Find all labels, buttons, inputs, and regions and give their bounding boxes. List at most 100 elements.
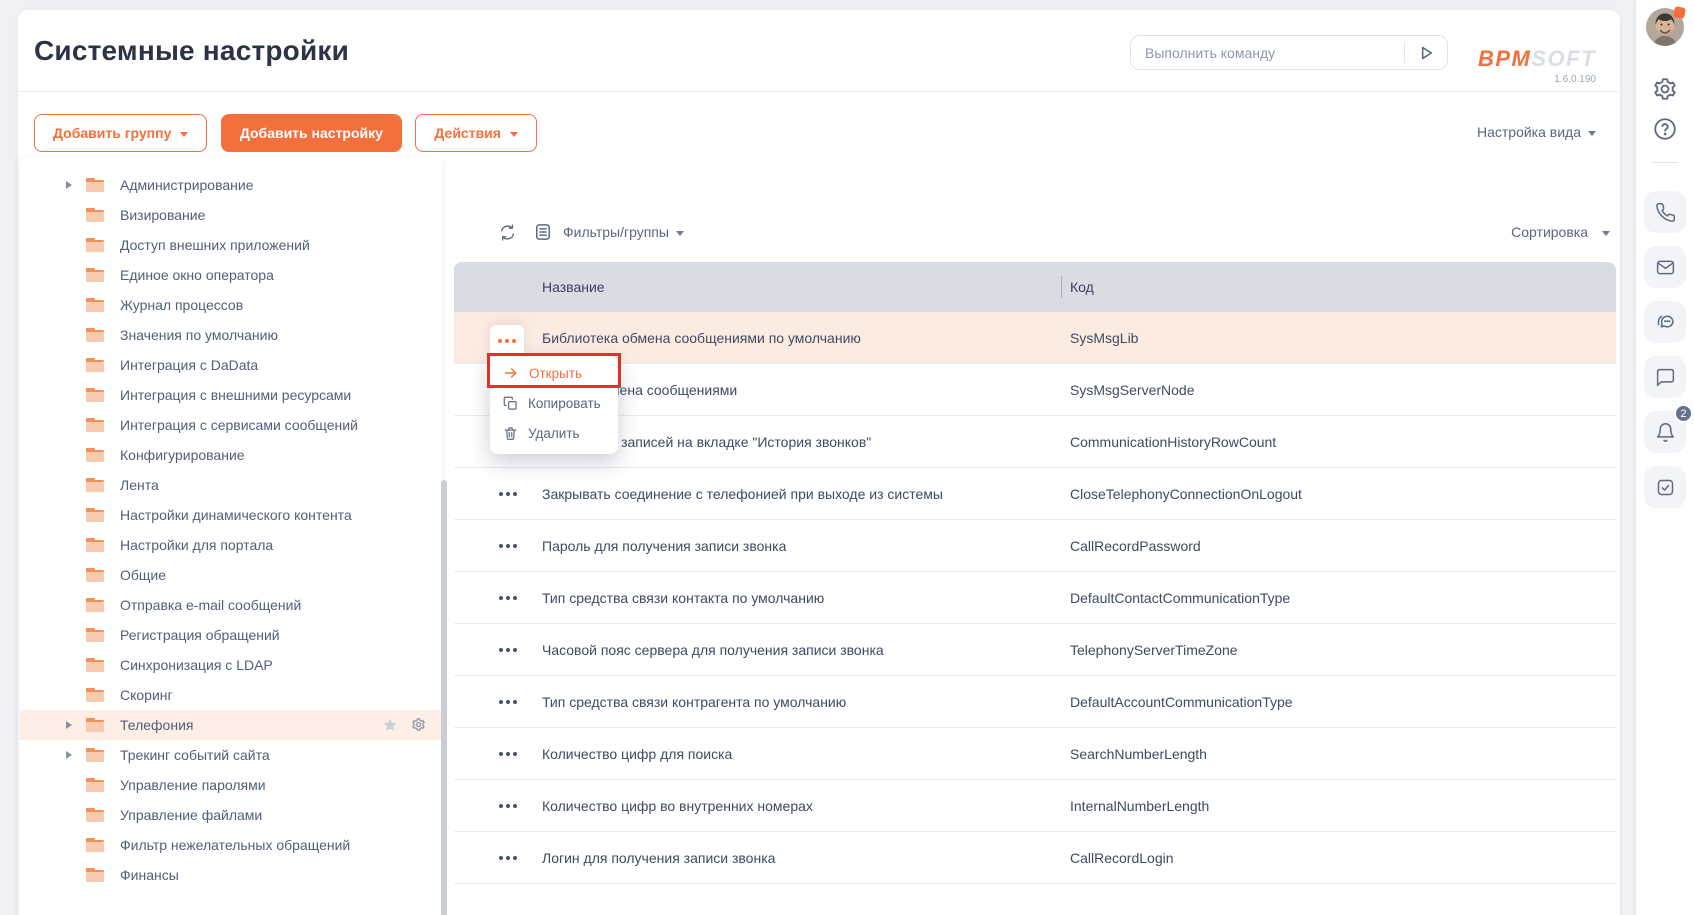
tree-item[interactable]: Визирование [20, 200, 442, 230]
add-group-label: Добавить группу [53, 125, 171, 141]
settings-gear-icon[interactable] [1652, 76, 1678, 102]
tree-item[interactable]: Доступ внешних приложений [20, 230, 442, 260]
tree-item[interactable]: Администрирование [20, 170, 442, 200]
folder-icon [86, 748, 104, 762]
table-row[interactable]: Тип средства связи контакта по умолчанию… [454, 572, 1616, 624]
tree-item[interactable]: Синхронизация с LDAP [20, 650, 442, 680]
table-row[interactable]: Количество записей на вкладке "История з… [454, 416, 1616, 468]
tree-item[interactable]: Скоринг [20, 680, 442, 710]
table-row[interactable]: Количество цифр для поиска SearchNumberL… [454, 728, 1616, 780]
tree-item[interactable]: Отправка e-mail сообщений [20, 590, 442, 620]
command-input[interactable] [1131, 45, 1404, 61]
menu-item-delete[interactable]: Удалить [490, 418, 618, 448]
table-row[interactable]: Закрывать соединение с телефонией при вы… [454, 468, 1616, 520]
tree-item[interactable]: Лента [20, 470, 442, 500]
menu-item-open[interactable]: Открыть [490, 358, 618, 388]
tree-item[interactable]: Фильтр нежелательных обращений [20, 830, 442, 860]
chevron-down-icon [1588, 131, 1596, 136]
column-header-name[interactable]: Название [454, 279, 605, 295]
sort-label: Сортировка [1511, 224, 1588, 240]
page-title: Системные настройки [34, 35, 349, 67]
table-row[interactable]: Библиотека обмена сообщениями по умолчан… [454, 312, 1616, 364]
filter-list-icon[interactable] [533, 222, 553, 242]
tree-item[interactable]: Настройки динамического контента [20, 500, 442, 530]
help-icon[interactable] [1652, 116, 1678, 142]
row-actions-menu-icon[interactable] [494, 700, 522, 704]
expand-arrow-icon[interactable] [66, 181, 72, 189]
tree-item[interactable]: Телефония [20, 710, 442, 740]
table-rows: Библиотека обмена сообщениями по умолчан… [454, 312, 1616, 915]
feed-panel-button[interactable] [1644, 356, 1686, 398]
setting-name: Закрывать соединение с телефонией при вы… [454, 486, 943, 502]
chats-panel-button[interactable] [1644, 301, 1686, 343]
row-actions-menu-icon[interactable] [494, 544, 522, 548]
tree-item-label: Управление файлами [120, 807, 262, 823]
setting-code: SysMsgLib [1070, 330, 1138, 346]
add-group-button[interactable]: Добавить группу [34, 114, 207, 152]
filters-groups-dropdown[interactable]: Фильтры/группы [563, 224, 669, 240]
tree-item[interactable]: Значения по умолчанию [20, 320, 442, 350]
calls-panel-button[interactable] [1644, 191, 1686, 233]
row-actions-menu-open-icon[interactable] [490, 325, 524, 356]
tree-item[interactable]: Интеграция с DaData [20, 350, 442, 380]
row-actions-menu-icon[interactable] [494, 804, 522, 808]
row-actions-menu-icon[interactable] [494, 648, 522, 652]
tree-item[interactable]: Журнал процессов [20, 290, 442, 320]
row-actions-menu-icon[interactable] [494, 856, 522, 860]
tree-item[interactable]: Финансы [20, 860, 442, 890]
main-card: Системные настройки BPMSOFT 1.6.0.190 До… [18, 10, 1620, 915]
email-panel-button[interactable] [1644, 246, 1686, 288]
favorite-star-icon[interactable] [382, 717, 398, 736]
user-avatar[interactable] [1646, 8, 1684, 46]
folder-icon [86, 568, 104, 582]
sort-dropdown[interactable]: Сортировка [1511, 214, 1610, 250]
actions-label: Действия [434, 125, 501, 141]
tree-item[interactable]: Общие [20, 560, 442, 590]
table-row[interactable]: Часовой пояс сервера для получения запис… [454, 624, 1616, 676]
folder-icon [86, 538, 104, 552]
row-actions-menu-icon[interactable] [494, 752, 522, 756]
row-context-menu: Открыть Копировать Удалить [490, 356, 618, 454]
table-row[interactable]: Пароль для получения записи звонка CallR… [454, 520, 1616, 572]
run-command-icon[interactable] [1405, 36, 1447, 69]
column-header-code[interactable]: Код [1070, 279, 1094, 295]
actions-button[interactable]: Действия [415, 114, 537, 152]
folder-icon [86, 448, 104, 462]
row-actions-menu-icon[interactable] [494, 492, 522, 496]
refresh-icon[interactable] [498, 223, 517, 242]
notifications-button[interactable]: 2 [1644, 411, 1686, 453]
expand-arrow-icon[interactable] [66, 751, 72, 759]
table-row[interactable]: Тип средства связи контрагента по умолча… [454, 676, 1616, 728]
tree-item[interactable]: Регистрация обращений [20, 620, 442, 650]
tree-item-label: Журнал процессов [120, 297, 243, 313]
tree-item[interactable]: Интеграция с внешними ресурсами [20, 380, 442, 410]
settings-tree: Администрирование Визирование Доступ вне… [20, 158, 442, 915]
tree-item-label: Общие [120, 567, 166, 583]
folder-icon [86, 298, 104, 312]
tree-item[interactable]: Единое окно оператора [20, 260, 442, 290]
tree-scrollbar[interactable] [441, 480, 447, 915]
row-actions-menu-icon[interactable] [494, 596, 522, 600]
folder-icon [86, 388, 104, 402]
tree-item[interactable]: Управление файлами [20, 800, 442, 830]
menu-item-copy[interactable]: Копировать [490, 388, 618, 418]
tree-item[interactable]: Трекинг событий сайта [20, 740, 442, 770]
folder-icon [86, 418, 104, 432]
table-row[interactable]: Количество цифр во внутренних номерах In… [454, 780, 1616, 832]
tree-item[interactable]: Управление паролями [20, 770, 442, 800]
table-row[interactable]: Логин для получения записи звонка CallRe… [454, 832, 1616, 884]
tree-item[interactable]: Настройки для портала [20, 530, 442, 560]
folder-icon [86, 598, 104, 612]
add-setting-button[interactable]: Добавить настройку [221, 114, 402, 152]
view-settings-dropdown[interactable]: Настройка вида [1477, 124, 1596, 140]
tasks-panel-button[interactable] [1644, 466, 1686, 508]
setting-code: SysMsgServerNode [1070, 382, 1195, 398]
settings-gear-icon[interactable] [411, 717, 426, 735]
setting-code: InternalNumberLength [1070, 798, 1209, 814]
tree-item[interactable]: Интеграция с сервисами сообщений [20, 410, 442, 440]
table-row[interactable]: Сервер обмена сообщениями SysMsgServerNo… [454, 364, 1616, 416]
tree-item-label: Трекинг событий сайта [120, 747, 270, 763]
folder-icon [86, 238, 104, 252]
tree-item[interactable]: Конфигурирование [20, 440, 442, 470]
expand-arrow-icon[interactable] [66, 721, 72, 729]
